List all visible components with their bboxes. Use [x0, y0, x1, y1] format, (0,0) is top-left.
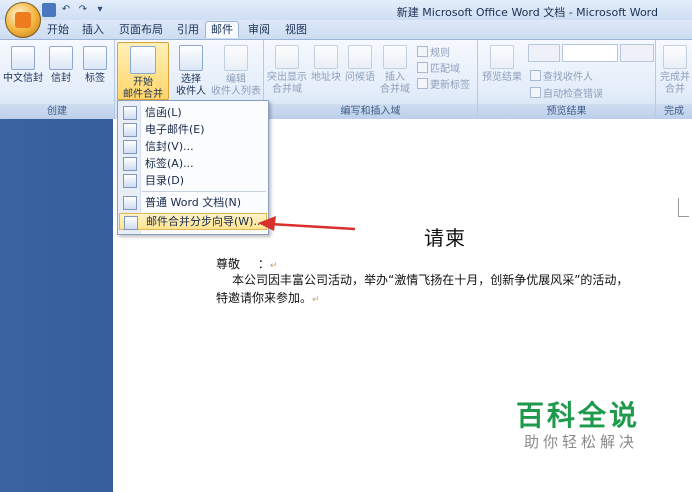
- annotation-arrow: [258, 216, 356, 231]
- arrow-head: [258, 216, 276, 231]
- arrow-shaft: [269, 222, 356, 231]
